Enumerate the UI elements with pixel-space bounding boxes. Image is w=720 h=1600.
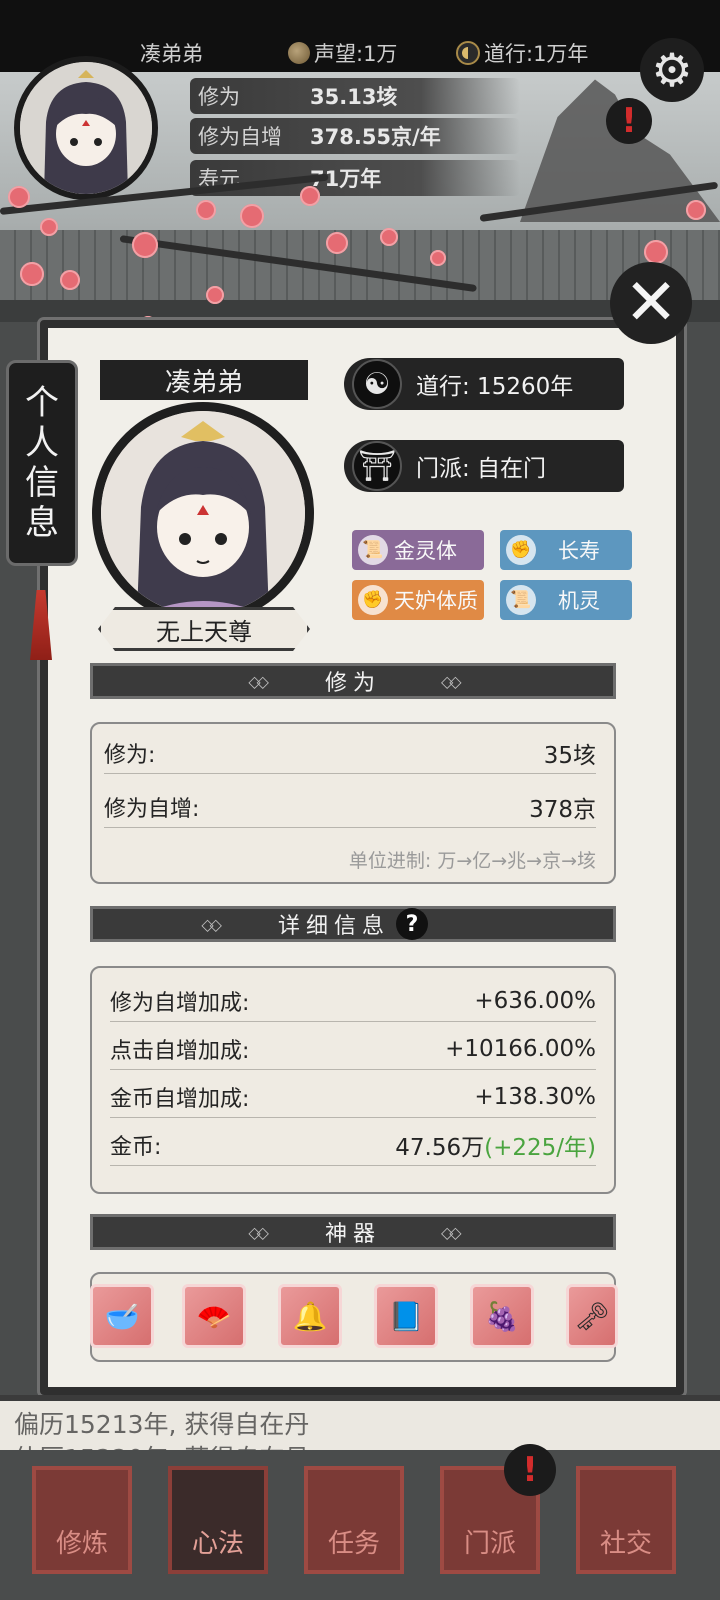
detail-row: 修为自增加成: +636.00% — [110, 980, 596, 1022]
blossom — [686, 200, 706, 220]
nav-alert-badge-icon[interactable]: ! — [504, 1444, 556, 1496]
blossom — [380, 228, 398, 246]
trait-golden-spirit[interactable]: 📜 金灵体 — [352, 530, 484, 570]
player-name-top: 凑弟弟 — [140, 42, 203, 66]
blossom — [206, 286, 224, 304]
header-stat-auto-growth: 修为自增 378.55京/年 — [190, 118, 520, 154]
blossom — [300, 186, 320, 206]
sect-info[interactable]: ⛩ 门派: 自在门 — [344, 440, 624, 492]
details-box: 修为自增加成: +636.00% 点击自增加成: +10166.00% 金币自增… — [90, 966, 616, 1194]
help-icon[interactable]: ? — [396, 908, 428, 940]
detail-row: 金币自增加成: +138.30% — [110, 1076, 596, 1118]
alert-badge-icon[interactable]: ! — [606, 98, 652, 144]
blossom — [326, 232, 348, 254]
dao-stat: 道行:1万年 — [456, 38, 588, 68]
diamond-ornament-icon: ◇◇ — [441, 671, 462, 691]
character-portrait[interactable] — [92, 402, 314, 624]
diamond-ornament-icon: ◇◇ — [248, 671, 269, 691]
gourd-icon[interactable]: 🍇 — [470, 1284, 534, 1348]
jade-icon[interactable]: 🗝 — [566, 1284, 618, 1348]
bell-icon[interactable]: 🔔 — [278, 1284, 342, 1348]
blossom — [20, 262, 44, 286]
header-stat-cultivation: 修为 35.13垓 — [190, 78, 520, 114]
dao-info: ☯ 道行: 15260年 — [344, 358, 624, 410]
nav-cultivate[interactable]: 修炼 — [32, 1466, 132, 1574]
gold-row: 金币: 47.56万(+225/年) — [110, 1124, 596, 1166]
blossom — [60, 270, 80, 290]
cultivation-box: 修为: 35垓 修为自增: 378京 单位进制: 万→亿→兆→京→垓 — [90, 722, 616, 884]
section-header-cultivation: ◇◇ 修为 ◇◇ — [90, 663, 616, 699]
character-title: 无上天尊 — [98, 607, 310, 651]
bowl-icon[interactable]: 🥣 — [90, 1284, 154, 1348]
tab-personal-info[interactable]: 个 人 信 息 — [6, 360, 78, 566]
fist-icon: ✊ — [506, 535, 536, 565]
diamond-ornament-icon: ◇◇ — [441, 1222, 462, 1242]
unit-note: 单位进制: 万→亿→兆→京→垓 — [348, 850, 596, 872]
blossom — [8, 186, 30, 208]
nav-mind-method[interactable]: 心法 — [168, 1466, 268, 1574]
nav-tasks[interactable]: 任务 — [304, 1466, 404, 1574]
reputation-stat: 声望:1万 — [288, 38, 397, 68]
header-avatar[interactable] — [14, 56, 158, 200]
diamond-ornament-icon: ◇◇ — [201, 914, 222, 934]
blossom — [430, 250, 446, 266]
auto-growth-row: 修为自增: 378京 — [104, 786, 596, 828]
trait-clever[interactable]: 📜 机灵 — [500, 580, 632, 620]
trait-longevity[interactable]: ✊ 长寿 — [500, 530, 632, 570]
yin-yang-icon: ☯ — [352, 359, 402, 409]
book-icon[interactable]: 📘 — [374, 1284, 438, 1348]
scroll-icon: 📜 — [506, 585, 536, 615]
yin-yang-icon — [456, 41, 480, 65]
detail-row: 点击自增加成: +10166.00% — [110, 1028, 596, 1070]
artifact-strip — [90, 1272, 616, 1362]
trait-envied-constitution[interactable]: ✊ 天妒体质 — [352, 580, 484, 620]
blossom — [132, 232, 158, 258]
close-icon[interactable]: ✕ — [610, 262, 692, 344]
fan-icon[interactable]: 🪭 — [182, 1284, 246, 1348]
nav-social[interactable]: 社交 — [576, 1466, 676, 1574]
blossom — [40, 218, 58, 236]
character-name: 凑弟弟 — [100, 360, 308, 400]
blossom — [644, 240, 668, 264]
gold-rate: (+225/年) — [484, 1134, 596, 1161]
blossom — [240, 204, 264, 228]
header-stat-lifespan: 寿元 71万年 — [190, 160, 520, 196]
scroll-icon: 📜 — [358, 535, 388, 565]
fist-icon: ✊ — [358, 585, 388, 615]
blossom — [196, 200, 216, 220]
section-header-details: ◇◇ 详细信息 ? ◇◇ — [90, 906, 616, 942]
section-header-artifacts: ◇◇ 神器 ◇◇ — [90, 1214, 616, 1250]
temple-icon: ⛩ — [352, 441, 402, 491]
cultivation-row: 修为: 35垓 — [104, 732, 596, 774]
settings-gear-icon[interactable]: ⚙ — [640, 38, 704, 102]
reputation-coin-icon — [288, 42, 310, 64]
diamond-ornament-icon: ◇◇ — [248, 1222, 269, 1242]
